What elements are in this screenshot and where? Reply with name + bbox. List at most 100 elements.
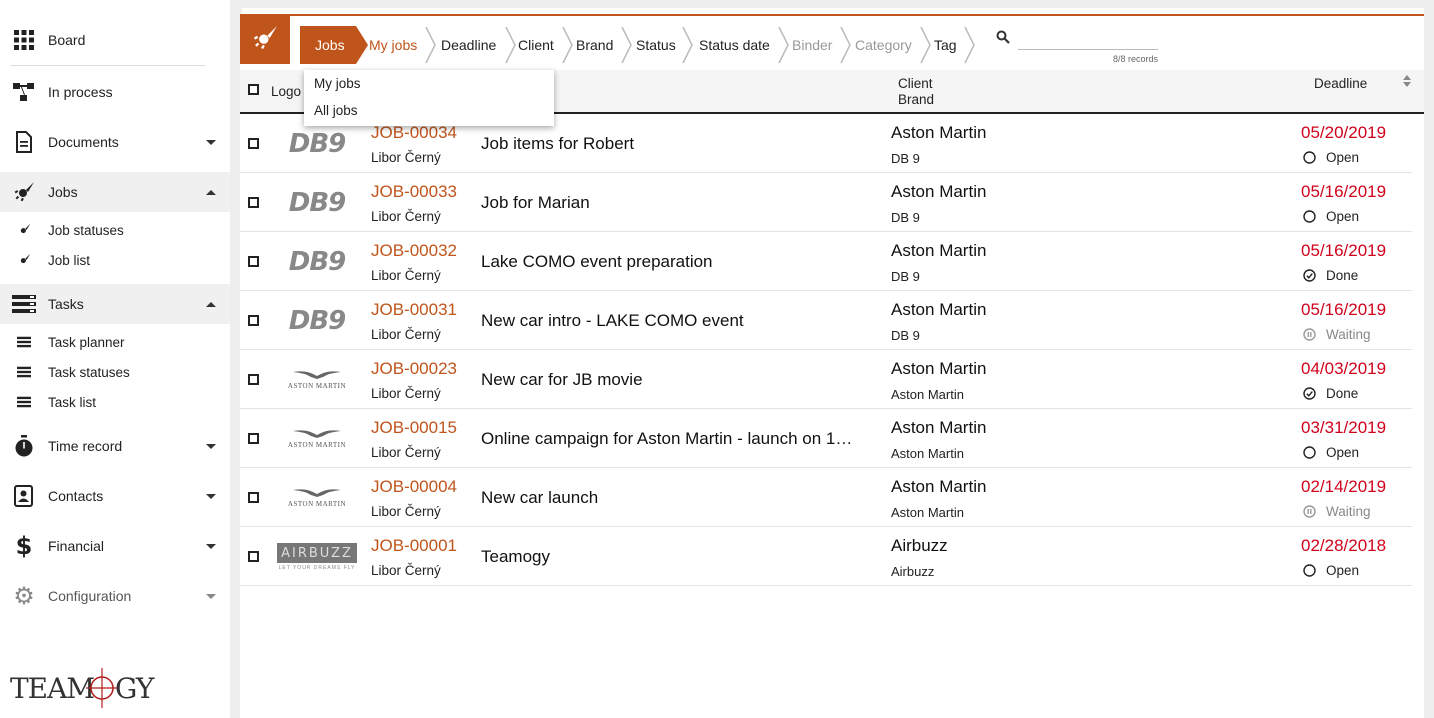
- header-logo[interactable]: Logo: [271, 84, 301, 99]
- grid-icon: [12, 28, 36, 52]
- brand-logo: DB9: [276, 183, 358, 223]
- job-code-link[interactable]: JOB-00023: [371, 359, 457, 379]
- row-checkbox[interactable]: [248, 551, 259, 562]
- sidebar-item-in-process[interactable]: In process: [0, 72, 230, 112]
- job-code-link[interactable]: JOB-00033: [371, 182, 457, 202]
- header-client[interactable]: Client: [898, 76, 933, 91]
- crumb-binder[interactable]: Binder: [792, 26, 832, 64]
- row-checkbox[interactable]: [248, 138, 259, 149]
- deadline-date: 05/16/2019: [1301, 300, 1387, 319]
- db9-logo: DB9: [288, 188, 346, 218]
- job-title[interactable]: Lake COMO event preparation: [481, 252, 879, 272]
- sidebar-item-job-statuses[interactable]: Job statuses: [0, 215, 230, 245]
- status-badge: Done: [1303, 386, 1358, 401]
- crumb-my-jobs[interactable]: My jobs: [369, 26, 417, 64]
- client-name: Aston Martin: [891, 359, 987, 378]
- sidebar: Board In process Documents Jobs Job stat…: [0, 0, 230, 718]
- brand-logo: ASTON MARTIN: [276, 360, 358, 400]
- job-title[interactable]: Job for Marian: [481, 193, 879, 213]
- table-row[interactable]: ASTON MARTIN JOB-00004 Libor Černý New car …: [240, 468, 1412, 527]
- divider: [10, 65, 205, 66]
- row-checkbox[interactable]: [248, 315, 259, 326]
- job-title[interactable]: New car intro - LAKE COMO event: [481, 311, 879, 331]
- table-row[interactable]: DB9 JOB-00033 Libor Černý Job for Marian Ast…: [240, 173, 1412, 232]
- crumb-status-date[interactable]: Status date: [699, 26, 770, 64]
- search-icon[interactable]: [996, 30, 1010, 49]
- brand-name: DB 9: [891, 269, 920, 284]
- table-row[interactable]: ASTON MARTIN JOB-00023 Libor Černý New car …: [240, 350, 1412, 409]
- table-row[interactable]: DB9 JOB-00031 Libor Černý New car intro - L…: [240, 291, 1412, 350]
- job-title[interactable]: Job items for Robert: [481, 134, 879, 154]
- sidebar-item-financial[interactable]: $ Financial: [0, 526, 230, 566]
- job-title[interactable]: New car for JB movie: [481, 370, 879, 390]
- job-code-link[interactable]: JOB-00031: [371, 300, 457, 320]
- status-badge: Open: [1303, 445, 1359, 460]
- search-input[interactable]: [1018, 28, 1158, 50]
- table-row[interactable]: AIRBUZZ LET YOUR DREAMS FLY JOB-00001 Libor…: [240, 527, 1412, 586]
- sidebar-item-label: Task list: [48, 394, 97, 410]
- crumb-arrow: [778, 26, 789, 64]
- chevron-down-icon: [206, 493, 216, 499]
- dropdown-item-all-jobs[interactable]: All jobs: [304, 97, 554, 124]
- svg-text:TEAM: TEAM: [10, 672, 94, 705]
- sidebar-item-tasks[interactable]: Tasks: [0, 284, 230, 324]
- crumb-status[interactable]: Status: [636, 26, 676, 64]
- crumb-tag[interactable]: Tag: [934, 26, 957, 64]
- table-row[interactable]: ASTON MARTIN JOB-00015 Libor Černý Online c…: [240, 409, 1412, 468]
- jobs-app-icon[interactable]: [240, 16, 290, 64]
- brand-logo: AIRBUZZ LET YOUR DREAMS FLY: [276, 537, 358, 577]
- job-code-link[interactable]: JOB-00032: [371, 241, 457, 261]
- client-name: Aston Martin: [891, 123, 987, 142]
- status-badge: Open: [1303, 209, 1359, 224]
- row-checkbox[interactable]: [248, 256, 259, 267]
- job-code-link[interactable]: JOB-00004: [371, 477, 457, 497]
- crumb-jobs[interactable]: Jobs: [300, 26, 356, 64]
- sidebar-item-label: In process: [48, 84, 113, 100]
- crumb-arrow: [425, 26, 436, 64]
- job-owner: Libor Černý: [371, 386, 441, 401]
- sort-icon[interactable]: [1402, 74, 1412, 91]
- sidebar-item-configuration[interactable]: ⚙ Configuration: [0, 576, 230, 616]
- status-label: Open: [1326, 150, 1360, 165]
- job-code-link[interactable]: JOB-00001: [371, 536, 457, 556]
- job-code-link[interactable]: JOB-00015: [371, 418, 457, 438]
- sidebar-item-contacts[interactable]: Contacts: [0, 476, 230, 516]
- row-checkbox[interactable]: [248, 374, 259, 385]
- tasks-icon: [16, 394, 32, 410]
- header-deadline[interactable]: Deadline: [1314, 76, 1367, 91]
- deadline-date: 02/14/2019: [1301, 477, 1387, 496]
- deadline-date: 04/03/2019: [1301, 359, 1387, 378]
- crumb-deadline[interactable]: Deadline: [441, 26, 496, 64]
- gear-icon: ⚙: [13, 582, 35, 610]
- jobs-filter-dropdown: My jobs All jobs: [304, 70, 554, 126]
- sidebar-item-documents[interactable]: Documents: [0, 122, 230, 162]
- job-title[interactable]: Teamogy: [481, 547, 879, 567]
- sidebar-item-job-list[interactable]: Job list: [0, 245, 230, 275]
- tasks-icon: [16, 334, 32, 350]
- sidebar-item-board[interactable]: Board: [0, 20, 230, 60]
- select-all-checkbox[interactable]: [248, 84, 259, 95]
- sidebar-item-task-statuses[interactable]: Task statuses: [0, 357, 230, 387]
- client-name: Aston Martin: [891, 182, 987, 201]
- row-checkbox[interactable]: [248, 492, 259, 503]
- status-label: Waiting: [1326, 327, 1371, 342]
- sidebar-item-label: Task statuses: [48, 364, 130, 380]
- job-code-link[interactable]: JOB-00034: [371, 123, 457, 143]
- header-brand[interactable]: Brand: [898, 92, 934, 107]
- dropdown-item-my-jobs[interactable]: My jobs: [304, 70, 554, 97]
- job-title[interactable]: New car launch: [481, 488, 879, 508]
- crumb-category[interactable]: Category: [855, 26, 912, 64]
- brand-logo: DB9: [276, 301, 358, 341]
- sidebar-item-label: Contacts: [48, 488, 104, 504]
- sidebar-item-task-planner[interactable]: Task planner: [0, 327, 230, 357]
- sidebar-item-time-record[interactable]: Time record: [0, 426, 230, 466]
- crumb-brand[interactable]: Brand: [576, 26, 613, 64]
- sidebar-item-task-list[interactable]: Task list: [0, 387, 230, 417]
- crumb-client[interactable]: Client: [518, 26, 554, 64]
- sidebar-item-jobs[interactable]: Jobs: [0, 172, 230, 212]
- job-title[interactable]: Online campaign for Aston Martin - launc…: [481, 429, 879, 449]
- row-checkbox[interactable]: [248, 433, 259, 444]
- table-row[interactable]: DB9 JOB-00032 Libor Černý Lake COMO event p…: [240, 232, 1412, 291]
- row-checkbox[interactable]: [248, 197, 259, 208]
- status-label: Waiting: [1326, 504, 1371, 519]
